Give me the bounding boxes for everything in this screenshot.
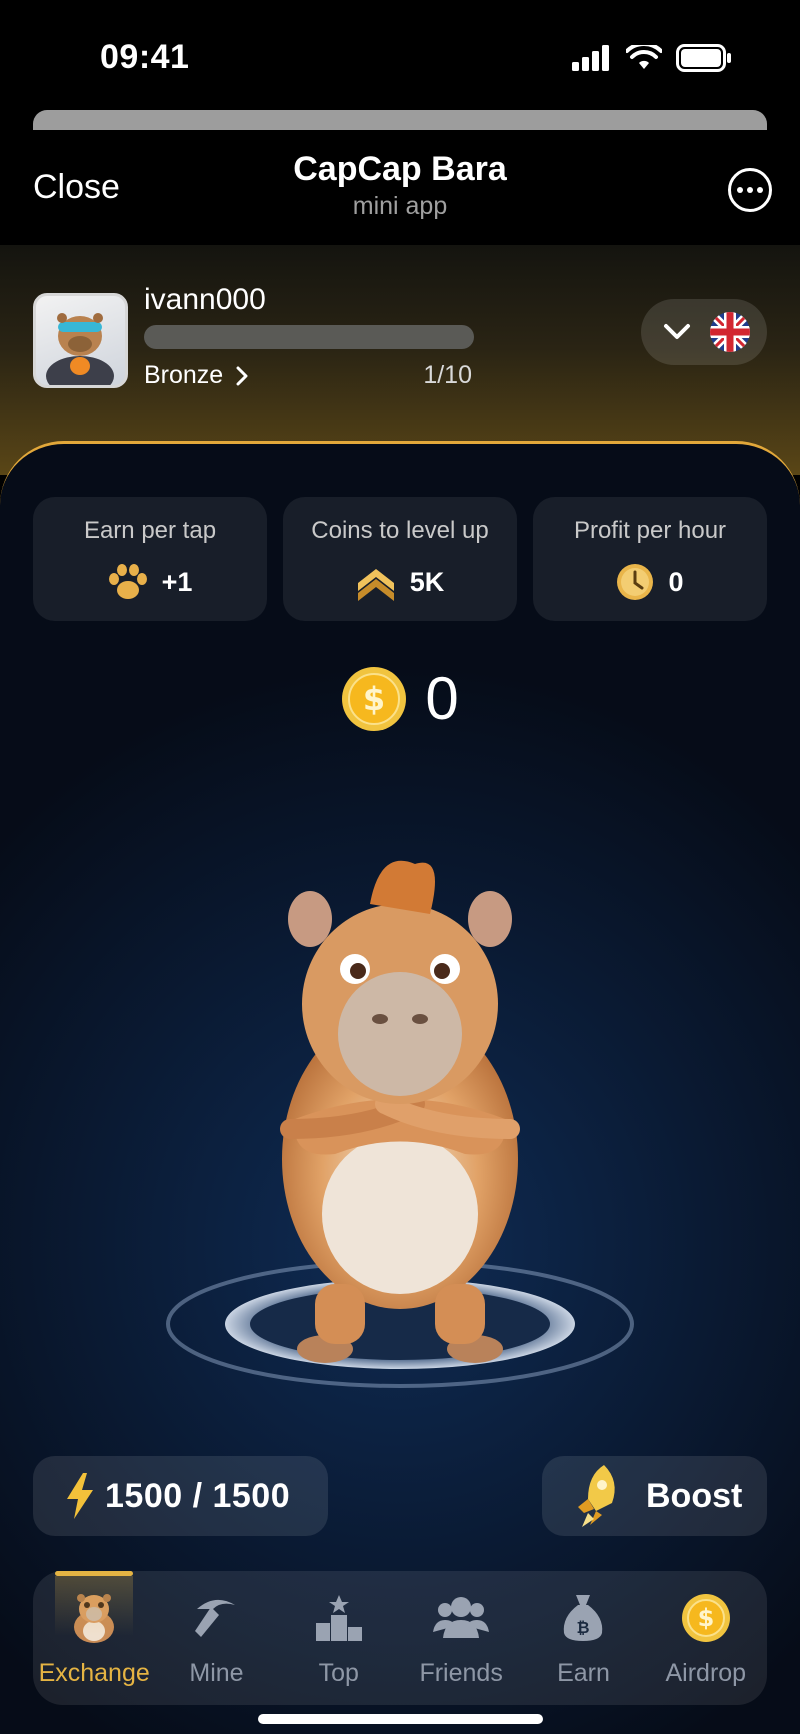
nav-item-earn[interactable]: ₿ Earn <box>522 1571 644 1705</box>
stat-value-row: 5K <box>283 563 517 601</box>
coin-icon: $ <box>681 1589 731 1647</box>
stat-value: 5K <box>409 566 445 597</box>
capybara-character-icon <box>166 860 634 1388</box>
energy-value: 1500 / 1500 <box>105 1476 291 1515</box>
lightning-icon <box>67 1473 93 1519</box>
stat-card-earn-per-tap: Earn per tap +1 <box>33 497 267 621</box>
more-options-button[interactable] <box>728 168 772 212</box>
svg-text:$: $ <box>363 680 385 718</box>
rank-label: Bronze <box>144 361 224 389</box>
pickaxe-icon <box>193 1589 239 1647</box>
wifi-icon <box>626 45 662 69</box>
chevron-right-icon <box>236 366 248 385</box>
status-icons <box>572 44 732 72</box>
level-progress-text: 1/10 <box>423 361 472 389</box>
rank-link[interactable]: Bronze <box>144 361 249 390</box>
app-title: CapCap Bara <box>293 150 507 188</box>
nav-label: Friends <box>419 1659 503 1687</box>
language-select[interactable] <box>641 299 767 365</box>
chevrons-up-icon <box>357 569 394 601</box>
uk-flag-icon <box>710 312 750 352</box>
boost-button[interactable]: Boost <box>542 1456 767 1536</box>
main-panel: Earn per tap +1 Coins to level up 5K Pro… <box>0 441 800 1734</box>
stat-card-coins-to-level-up: Coins to level up 5K <box>283 497 517 621</box>
nav-item-mine[interactable]: Mine <box>155 1571 277 1705</box>
clock-coin-icon <box>617 564 654 600</box>
stat-value-row: +1 <box>33 563 267 601</box>
podium-icon <box>314 1589 364 1647</box>
more-icon-dot <box>747 187 753 193</box>
money-bag-icon: ₿ <box>562 1589 604 1647</box>
stat-label: Coins to level up <box>311 517 489 544</box>
more-icon-dot <box>757 187 763 193</box>
coin-icon: $ <box>342 666 407 731</box>
app-header: Close CapCap Bara mini app <box>0 130 800 245</box>
svg-text:$: $ <box>697 1604 714 1632</box>
stat-card-profit-per-hour: Profit per hour 0 <box>533 497 767 621</box>
energy-indicator: 1500 / 1500 <box>33 1456 328 1536</box>
cellular-signal-icon <box>572 45 609 71</box>
balance-value: 0 <box>425 665 459 732</box>
nav-item-exchange[interactable]: Exchange <box>33 1571 155 1705</box>
avatar[interactable] <box>33 293 128 388</box>
nav-item-friends[interactable]: Friends <box>400 1571 522 1705</box>
home-indicator <box>258 1714 543 1724</box>
username: ivann000 <box>144 283 266 316</box>
nav-label: Mine <box>189 1659 244 1687</box>
level-progress-bar <box>144 325 474 349</box>
friends-icon <box>433 1589 490 1647</box>
nav-label: Airdrop <box>665 1659 747 1687</box>
stat-value: +1 <box>161 566 193 597</box>
status-bar: 09:41 <box>0 0 800 110</box>
nav-label: Top <box>318 1659 359 1687</box>
sheet-top-bar <box>33 110 767 130</box>
app-subtitle: mini app <box>352 192 448 220</box>
boost-label: Boost <box>646 1476 743 1515</box>
more-icon-dot <box>737 187 743 193</box>
stat-value-row: 0 <box>533 563 767 601</box>
nav-item-top[interactable]: Top <box>278 1571 400 1705</box>
nav-item-airdrop[interactable]: $ Airdrop <box>645 1571 767 1705</box>
svg-text:₿: ₿ <box>577 1618 590 1637</box>
stat-label: Earn per tap <box>83 517 217 544</box>
capybara-avatar-icon <box>46 313 114 385</box>
status-time: 09:41 <box>100 38 190 76</box>
nav-label: Earn <box>557 1659 610 1687</box>
stat-label: Profit per hour <box>573 517 727 544</box>
bottom-nav: Exchange Mine Top Friends ₿ Earn $ Airdr… <box>33 1571 767 1705</box>
rocket-icon <box>578 1465 615 1527</box>
stat-value: 0 <box>668 566 684 597</box>
battery-icon <box>676 44 731 72</box>
capybara-icon <box>71 1589 117 1647</box>
tap-target-capybara[interactable] <box>165 829 635 1404</box>
balance-row: $ 0 <box>0 664 800 733</box>
chevron-down-icon <box>664 324 690 339</box>
nav-label: Exchange <box>38 1659 150 1687</box>
paw-icon <box>108 564 147 599</box>
